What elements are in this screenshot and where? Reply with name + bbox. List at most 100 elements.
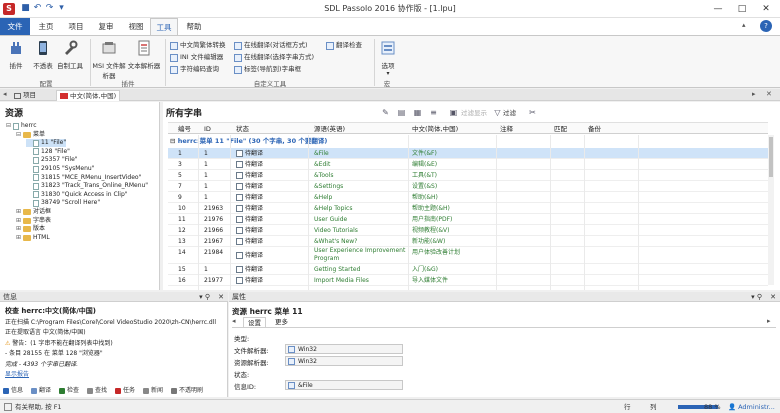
- status-checkbox-icon[interactable]: [236, 172, 243, 179]
- toolbar-columns-icon[interactable]: ▤: [397, 108, 406, 117]
- tree-item[interactable]: ⊞ HTML: [16, 234, 50, 242]
- close-button[interactable]: ✕: [754, 0, 778, 18]
- untranslatable-button[interactable]: 不透表: [30, 40, 56, 70]
- col-header-target[interactable]: 中文(简体,中国): [412, 123, 458, 135]
- cmd-chinese-convert[interactable]: 中文简繁体转换: [170, 40, 226, 51]
- save-icon[interactable]: ■: [20, 3, 31, 14]
- table-row[interactable]: 5 1 待翻译 &Tools 工具(&T): [168, 170, 768, 181]
- close-pane-icon[interactable]: ✕: [770, 292, 776, 302]
- undo-icon[interactable]: ↶: [32, 3, 43, 14]
- cmd-translation-check[interactable]: 翻译检查: [326, 40, 362, 51]
- tree-item[interactable]: 31823 "Track_Trans_Online_RMenu": [26, 182, 148, 190]
- tab-file[interactable]: 文件: [0, 18, 30, 35]
- tab-home[interactable]: 主页: [32, 18, 60, 35]
- tree-item[interactable]: 38749 "Scroll Here": [26, 199, 100, 207]
- table-row[interactable]: 14 21984 待翻译 User Experience Improvement Pr…: [168, 247, 768, 264]
- help-icon[interactable]: ?: [760, 20, 772, 32]
- tab-review[interactable]: 复审: [92, 18, 120, 35]
- tab-project-doc[interactable]: 项目: [14, 90, 36, 101]
- expand-icon[interactable]: ⊟: [6, 122, 13, 130]
- col-header-status[interactable]: 状态: [236, 123, 249, 135]
- tab-view[interactable]: 视图: [122, 18, 150, 35]
- table-row[interactable]: 3 1 待翻译 &Edit 编辑(&E): [168, 159, 768, 170]
- text-parser-button[interactable]: 文本解析器: [126, 40, 162, 70]
- expand-icon[interactable]: ⊞: [16, 208, 23, 216]
- chevron-right-icon[interactable]: ▸: [767, 317, 771, 325]
- status-checkbox-icon[interactable]: [236, 238, 243, 245]
- funnel-icon[interactable]: ▽: [493, 108, 502, 117]
- info-tab[interactable]: 检查: [59, 386, 79, 396]
- tab-tools[interactable]: 工具: [150, 18, 178, 35]
- expand-icon[interactable]: ⊟: [16, 131, 23, 139]
- tab-chinese-doc[interactable]: 中文(简体,中国): [56, 90, 121, 101]
- col-header-source[interactable]: 源语(英语): [314, 123, 345, 135]
- collapse-icon[interactable]: ⊟: [170, 137, 175, 145]
- status-user[interactable]: 👤 Administr...: [728, 400, 775, 413]
- property-value-field[interactable]: Win32: [285, 344, 403, 354]
- col-header-id[interactable]: ID: [204, 123, 211, 135]
- filter-display-button[interactable]: 过滤显示: [461, 107, 487, 117]
- tree-item[interactable]: 25357 "File": [26, 156, 78, 164]
- redo-icon[interactable]: ↷: [44, 3, 55, 14]
- info-tab[interactable]: 查找: [87, 386, 107, 396]
- status-checkbox-icon[interactable]: [236, 252, 243, 259]
- ribbon-collapse-icon[interactable]: ▴: [742, 21, 752, 31]
- status-checkbox-icon[interactable]: [236, 266, 243, 273]
- tab-settings[interactable]: 设置: [243, 317, 266, 327]
- table-row[interactable]: 9 1 待翻译 &Help 帮助(&H): [168, 192, 768, 203]
- tree-item[interactable]: ⊞ 对话框: [16, 208, 51, 216]
- table-row[interactable]: 7 1 待翻译 &Settings 设置(&S): [168, 181, 768, 192]
- status-checkbox-icon[interactable]: [236, 216, 243, 223]
- chevron-right-icon[interactable]: ▸: [752, 90, 756, 98]
- status-checkbox-icon[interactable]: [236, 161, 243, 168]
- plugins-button[interactable]: 插件: [4, 40, 28, 70]
- status-checkbox-icon[interactable]: [236, 150, 243, 157]
- table-row[interactable]: 10 21963 待翻译 &Help Topics 帮助主题(&H): [168, 203, 768, 214]
- info-tab[interactable]: 新闻: [143, 386, 163, 396]
- cmd-tag-navigate[interactable]: 标签(导航到)字串框: [234, 64, 301, 75]
- tree-item[interactable]: ⊞ 版本: [16, 225, 45, 233]
- tab-more[interactable]: 更多: [271, 317, 292, 327]
- options-button[interactable]: 选项 ▾: [378, 40, 398, 77]
- cmd-char-encoding[interactable]: 字符编码查询: [170, 64, 219, 75]
- chevron-left-icon[interactable]: ◂: [232, 317, 236, 325]
- status-checkbox-icon[interactable]: [236, 194, 243, 201]
- pin-icon[interactable]: ▾ ⚲: [751, 292, 762, 302]
- app-logo-icon[interactable]: S: [3, 3, 15, 15]
- tab-project[interactable]: 项目: [62, 18, 90, 35]
- status-checkbox-icon[interactable]: [236, 227, 243, 234]
- toolbar-list-icon[interactable]: ≡: [429, 108, 438, 117]
- table-row[interactable]: 11 21976 待翻译 User Guide 用户指南(PDF): [168, 214, 768, 225]
- cmd-online-translate-select[interactable]: 在线翻译(选择字串方式): [234, 52, 314, 63]
- minimize-button[interactable]: —: [706, 0, 730, 18]
- expand-icon[interactable]: ⊞: [16, 225, 23, 233]
- close-pane-icon[interactable]: ✕: [218, 292, 224, 302]
- tree-item[interactable]: 29105 "SysMenu": [26, 165, 94, 173]
- status-checkbox-icon[interactable]: [236, 277, 243, 284]
- status-checkbox-icon[interactable]: [236, 205, 243, 212]
- filter-button[interactable]: 过滤: [503, 107, 516, 117]
- cmd-online-translate-dialog[interactable]: 在线翻译(对话框方式): [234, 40, 308, 51]
- status-checkbox-icon[interactable]: [236, 183, 243, 190]
- col-header-number[interactable]: 编号: [178, 123, 191, 135]
- info-tab[interactable]: 信息: [3, 386, 23, 396]
- zoom-level[interactable]: 88 %: [704, 400, 721, 413]
- tree-item[interactable]: 128 "File": [26, 148, 70, 156]
- scrollbar-thumb[interactable]: [769, 137, 773, 177]
- tree-item[interactable]: 11 "File": [26, 139, 67, 148]
- maximize-button[interactable]: □: [730, 0, 754, 18]
- table-row[interactable]: 1 1 待翻译 &File 文件(&F): [168, 148, 768, 159]
- clear-filter-icon[interactable]: ✂: [528, 108, 537, 117]
- expand-icon[interactable]: ⊞: [16, 234, 23, 242]
- tree-item[interactable]: 31830 "Quick Access in Clip": [26, 191, 128, 199]
- tab-help[interactable]: 帮助: [180, 18, 208, 35]
- info-tab[interactable]: 任务: [115, 386, 135, 396]
- show-report-link[interactable]: 显示报告: [5, 369, 29, 378]
- toolbar-group-icon[interactable]: ▦: [413, 108, 422, 117]
- expand-icon[interactable]: ⊞: [16, 217, 23, 225]
- table-row[interactable]: 13 21967 待翻译 &What's New? 新功能(&W): [168, 236, 768, 247]
- toolbar-edit-icon[interactable]: ✎: [381, 108, 390, 117]
- property-value-field[interactable]: Win32: [285, 356, 403, 366]
- info-tab[interactable]: 不透明刷: [171, 386, 203, 396]
- custom-tools-button[interactable]: 自制工具: [56, 40, 84, 70]
